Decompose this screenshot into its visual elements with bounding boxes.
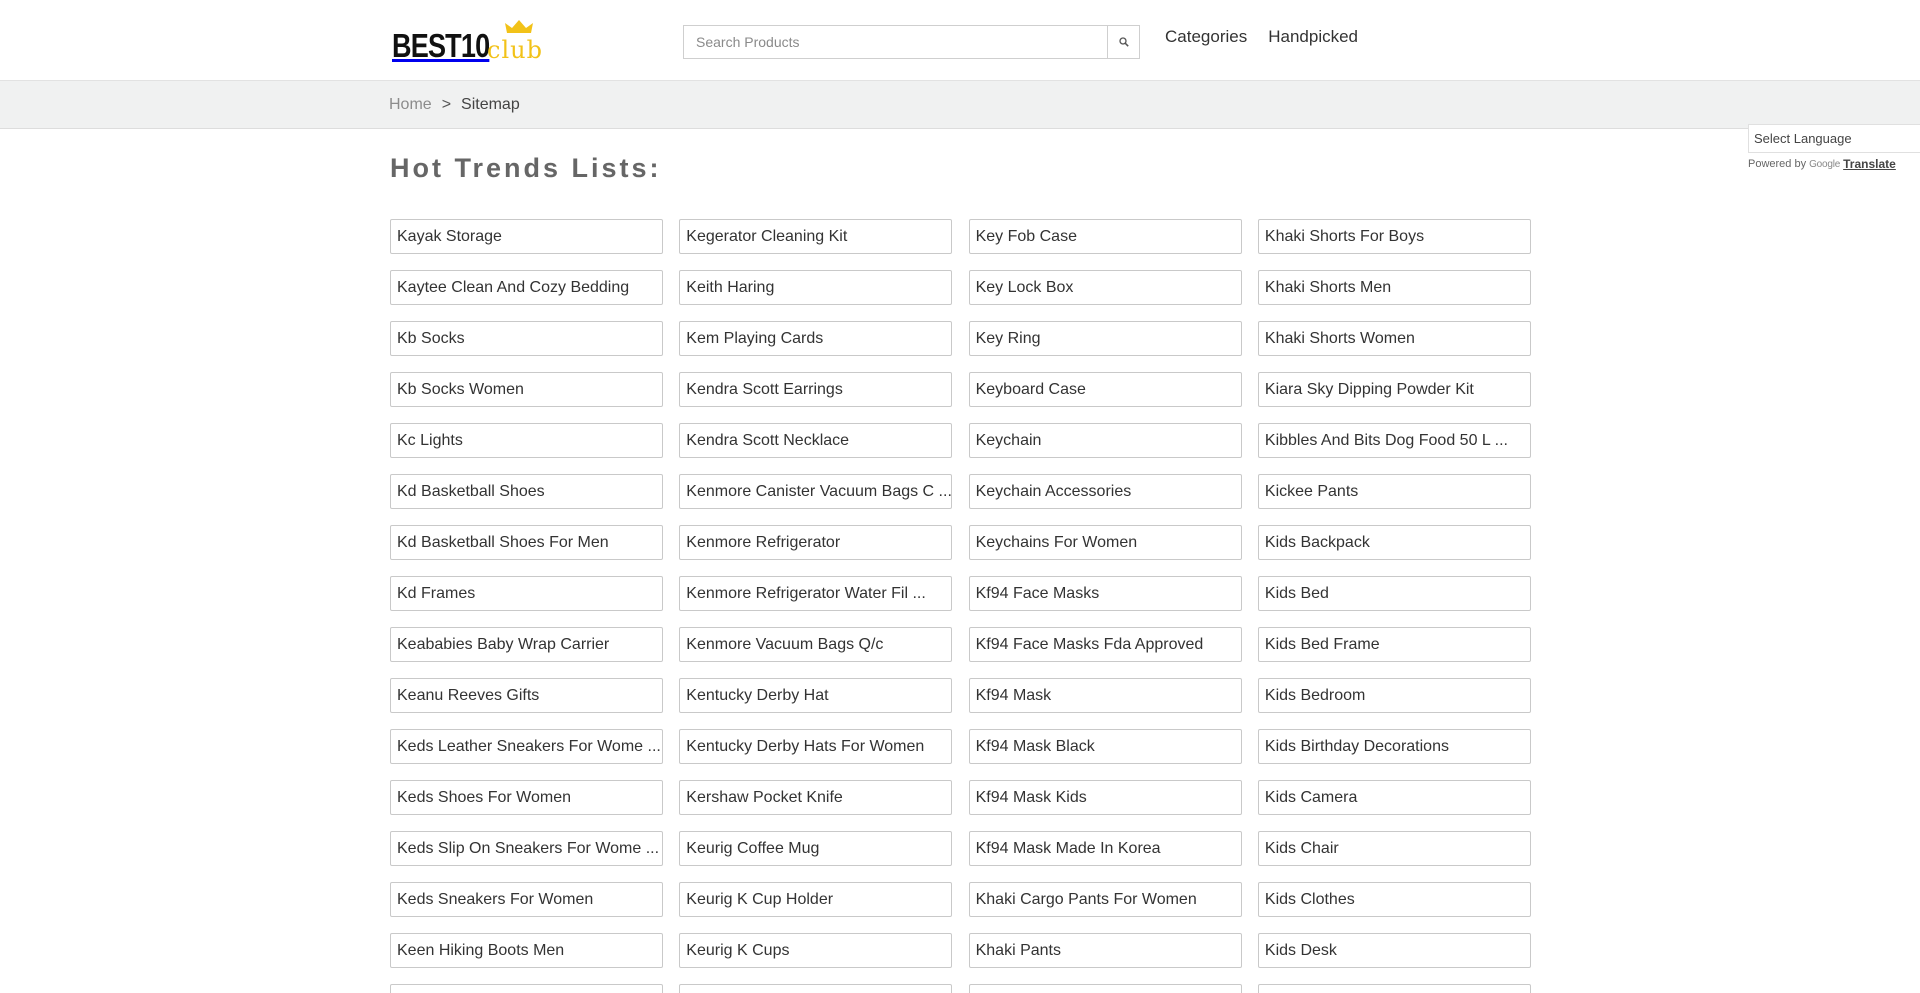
translate-widget: Select Language Powered by Google Transl… [1748,124,1920,171]
trend-link[interactable]: Key Lock Box [968,270,1242,305]
trend-link[interactable]: Khaki Shorts Men [1257,270,1531,305]
trend-link[interactable]: Kem Playing Cards [679,321,953,356]
trend-link[interactable]: Kids Backpack [1257,525,1531,560]
trend-link[interactable]: Keychain Accessories [968,474,1242,509]
trend-link[interactable]: Khaki Shorts Women [1257,321,1531,356]
trend-link[interactable]: Kendra Scott Necklace [679,423,953,458]
trend-link[interactable]: Kenmore Vacuum Bags Q/c [679,627,953,662]
trend-link[interactable]: Kb Socks Women [390,372,663,407]
trend-link[interactable]: Kd Basketball Shoes [390,474,663,509]
trend-link[interactable]: Keababies Baby Wrap Carrier [390,627,663,662]
trend-link[interactable]: Keen Hiking Boots Men [390,933,663,968]
trend-link[interactable]: Kenmore Refrigerator [679,525,953,560]
trend-link[interactable]: Keith Haring [679,270,953,305]
trend-link[interactable]: Keurig Coffee Mug [679,831,953,866]
search-input[interactable] [683,25,1107,59]
trend-link[interactable]: Kentucky Derby Hat [679,678,953,713]
crown-icon [505,20,533,33]
trend-link[interactable]: Kids Clothes [1257,882,1531,917]
trend-link[interactable]: Keurig K Cup Holder [679,882,953,917]
trend-link[interactable]: Khaki Pants [968,933,1242,968]
breadcrumb-current: Sitemap [461,96,520,113]
trend-link[interactable]: Kids Bed [1257,576,1531,611]
logo-text: BEST10 [392,27,490,64]
trend-link[interactable]: Kenmore Canister Vacuum Bags C ... [679,474,953,509]
main-nav: Categories Handpicked [1165,27,1358,47]
trend-link[interactable]: Kf94 Mask Black [968,729,1242,764]
trend-link[interactable]: Kc Lights [390,423,663,458]
trend-link[interactable]: Kb Socks [390,321,663,356]
breadcrumb-home[interactable]: Home [389,96,432,114]
trend-link[interactable]: Kf94 Face Masks [968,576,1242,611]
trend-link[interactable]: Kf94 Mask [968,678,1242,713]
trend-link[interactable]: Kentucky Derby Hats For Women [679,729,953,764]
trend-link[interactable]: Keyboard Case [968,372,1242,407]
trend-list: Kayak Storage Kegerator Cleaning Kit Key F… [390,219,1531,993]
breadcrumb-bar: Home > Sitemap [0,81,1920,129]
trend-link[interactable]: Kiara Sky Dipping Powder Kit [1257,372,1531,407]
powered-by: Powered by Google Translate [1748,157,1920,171]
logo-club-mark: club [487,18,557,62]
language-select[interactable]: Select Language [1748,124,1920,153]
trend-link[interactable]: Keen Sandals For Women [390,984,663,993]
google-logo: Google [1809,158,1841,170]
trend-link[interactable]: Kayak Storage [390,219,663,254]
translate-link[interactable]: Translate [1843,157,1896,171]
site-logo[interactable]: BEST10 club [392,18,542,64]
trend-link[interactable]: Kf94 Mask Made In Korea [968,831,1242,866]
logo-suffix: club [487,36,543,64]
trend-link[interactable]: Keds Shoes For Women [390,780,663,815]
trend-link[interactable]: Keanu Reeves Gifts [390,678,663,713]
trend-link[interactable]: Kf94 Mask Kids [968,780,1242,815]
trend-link[interactable]: Kd Basketball Shoes For Men [390,525,663,560]
trend-link[interactable]: Kids Bed Frame [1257,627,1531,662]
trend-link[interactable]: Kids Birthday Decorations [1257,729,1531,764]
trend-link[interactable]: Kd Frames [390,576,663,611]
trend-link[interactable]: Kenmore Refrigerator Water Fil ... [679,576,953,611]
trend-link[interactable]: Key Fob Case [968,219,1242,254]
trend-link[interactable]: Kids Dress [1257,984,1531,993]
trend-link[interactable]: Khaki Pants For Boys [968,984,1242,993]
powered-by-label: Powered by [1748,158,1807,170]
trend-link[interactable]: Keychains For Women [968,525,1242,560]
trend-link[interactable]: Keds Slip On Sneakers For Wome ... [390,831,663,866]
trend-link[interactable]: Kids Desk [1257,933,1531,968]
trend-link[interactable]: Keurig Machine Holiday Bundle [679,984,953,993]
breadcrumb: Home > Sitemap [389,96,520,114]
trend-link[interactable]: Keds Leather Sneakers For Wome ... [390,729,663,764]
search-button[interactable] [1107,25,1140,59]
trend-link[interactable]: Kendra Scott Earrings [679,372,953,407]
trend-link[interactable]: Khaki Cargo Pants For Women [968,882,1242,917]
trend-link[interactable]: Kids Chair [1257,831,1531,866]
trend-link[interactable]: Keds Sneakers For Women [390,882,663,917]
trend-link[interactable]: Kershaw Pocket Knife [679,780,953,815]
trend-link[interactable]: Kids Bedroom [1257,678,1531,713]
trend-link[interactable]: Kickee Pants [1257,474,1531,509]
search-bar [683,25,1140,59]
trend-link[interactable]: Kids Camera [1257,780,1531,815]
breadcrumb-separator: > [441,96,452,113]
nav-handpicked[interactable]: Handpicked [1268,27,1358,47]
trend-link[interactable]: Key Ring [968,321,1242,356]
page-title: Hot Trends Lists: [390,153,662,183]
trend-link[interactable]: Kf94 Face Masks Fda Approved [968,627,1242,662]
nav-categories[interactable]: Categories [1165,27,1247,47]
site-header: BEST10 club Categories Handpicked [0,0,1920,81]
trend-link[interactable]: Keychain [968,423,1242,458]
trend-link[interactable]: Kaytee Clean And Cozy Bedding [390,270,663,305]
trend-link[interactable]: Khaki Shorts For Boys [1257,219,1531,254]
trend-link[interactable]: Keurig K Cups [679,933,953,968]
trend-link[interactable]: Kibbles And Bits Dog Food 50 L ... [1257,423,1531,458]
trend-link[interactable]: Kegerator Cleaning Kit [679,219,953,254]
search-icon [1118,37,1129,47]
